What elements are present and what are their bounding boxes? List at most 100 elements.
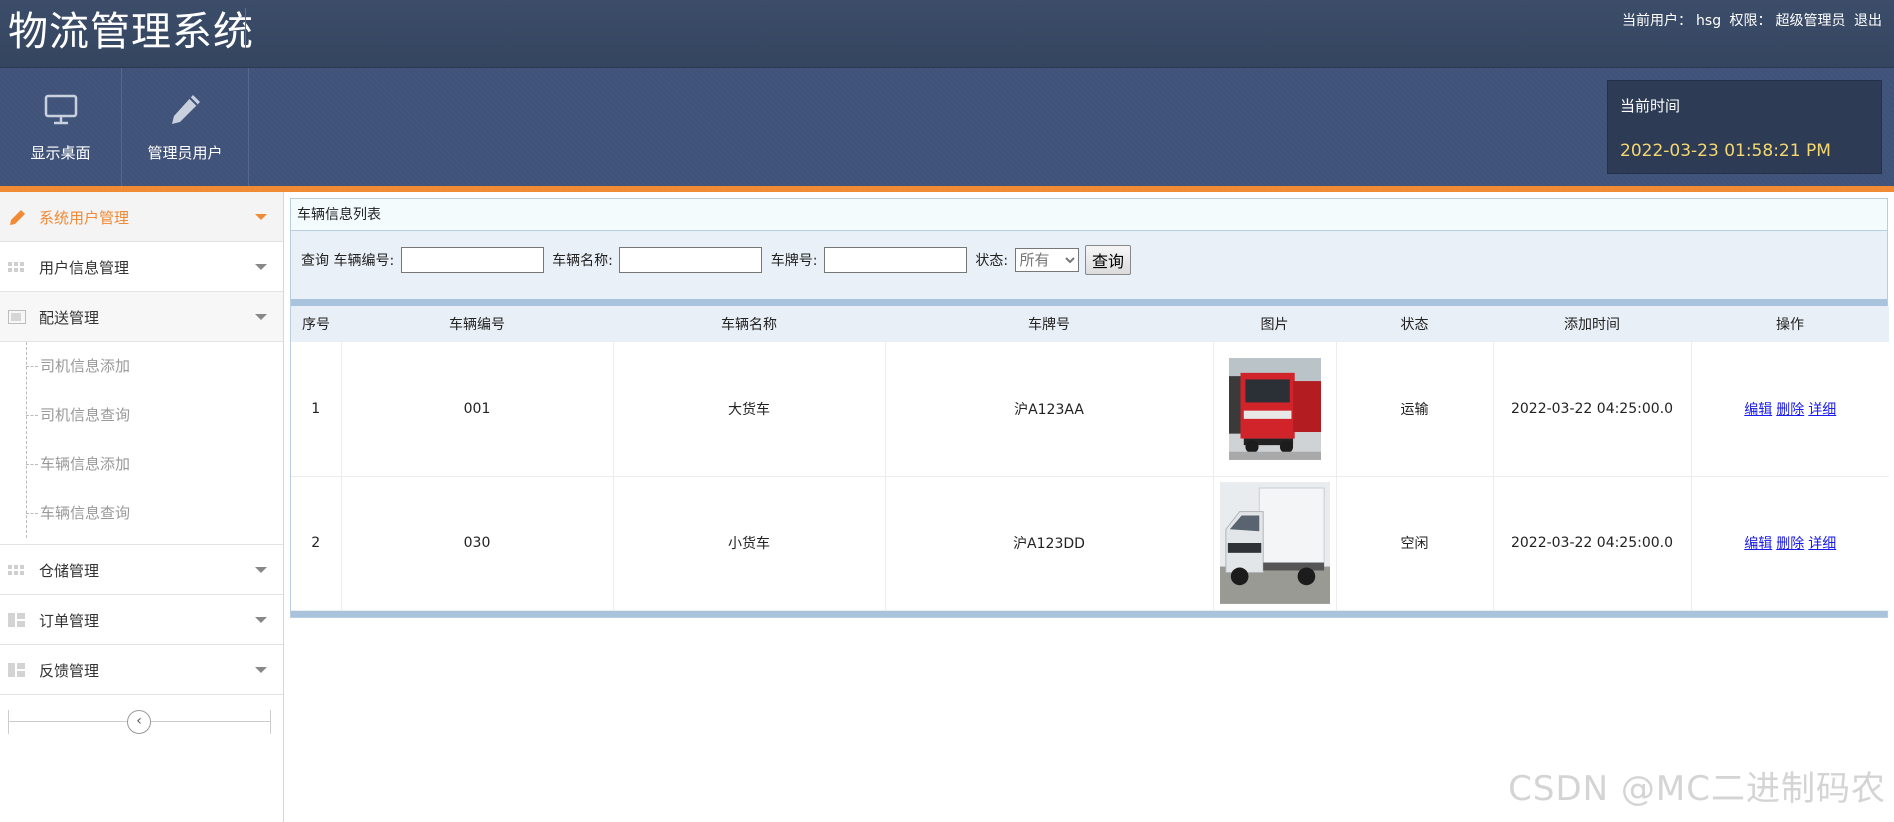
sidebar-item-label: 配送管理 [39, 309, 100, 327]
admin-user-label: 管理员用户 [147, 144, 223, 162]
query-label: 查询 [301, 253, 329, 269]
show-desktop-button[interactable]: 显示桌面 [0, 68, 122, 186]
sidebar-item-warehouse[interactable]: 仓储管理 [0, 545, 283, 595]
edit-link[interactable]: 编辑 [1744, 402, 1772, 418]
layout-icon [8, 663, 25, 677]
submenu-vehicle-query[interactable]: 车辆信息查询 [0, 489, 283, 538]
vehicle-image-cell [1213, 476, 1337, 611]
grid-icon [8, 565, 24, 575]
sidebar-item-label: 反馈管理 [39, 662, 100, 680]
vehicle-name: 小货车 [613, 476, 886, 611]
plate-number: 沪A123DD [885, 476, 1214, 611]
sidebar-item-label: 用户信息管理 [39, 259, 130, 277]
current-time-value: 2022-03-23 01:58:21 PM [1620, 141, 1831, 161]
top-header: 物流管理系统 当前用户： hsg 权限： 超级管理员 退出 [0, 0, 1894, 68]
current-user-label: 当前用户： [1622, 13, 1693, 29]
sidebar-item-orders[interactable]: 订单管理 [0, 595, 283, 645]
image-icon [8, 310, 26, 324]
column-header: 车牌号 [1028, 317, 1070, 333]
sidebar: 系统用户管理 用户信息管理 配送管理 司机信息添加 司机信息查询 车辆信息添加 … [0, 192, 284, 822]
caret-down-icon [255, 314, 267, 320]
vehicle-list-panel: 车辆信息列表 查询 车辆编号: 车辆名称: 车牌号: 状态: 所有 查询 序号 [290, 198, 1889, 618]
table-header-row: 序号 车辆编号 车辆名称 车牌号 图片 状态 添加时间 操作 [291, 306, 1889, 342]
column-header: 状态 [1400, 317, 1429, 333]
title-divider [245, 8, 246, 48]
search-form: 查询 车辆编号: 车辆名称: 车牌号: 状态: 所有 查询 [291, 231, 1887, 299]
panel-title: 车辆信息列表 [291, 199, 1887, 231]
column-header: 图片 [1260, 317, 1289, 333]
row-actions: 编辑 删除 详细 [1691, 342, 1889, 477]
sidebar-collapse-row: ‹ [0, 695, 283, 747]
grid-icon [8, 262, 24, 272]
logout-link[interactable]: 退出 [1854, 13, 1882, 29]
accent-bar [0, 186, 1894, 192]
sidebar-item-user-info[interactable]: 用户信息管理 [0, 242, 283, 292]
detail-link[interactable]: 详细 [1808, 536, 1836, 552]
vehicle-name-input[interactable] [619, 247, 763, 273]
vehicle-no-label: 车辆编号: [333, 253, 395, 269]
sidebar-item-system-users[interactable]: 系统用户管理 [0, 192, 283, 242]
chevron-left-icon[interactable]: ‹ [127, 710, 151, 734]
watermark: CSDN @MC二进制码农 [1508, 769, 1886, 809]
submenu-driver-add[interactable]: 司机信息添加 [0, 342, 283, 391]
vehicle-no: 030 [341, 476, 614, 611]
column-header: 操作 [1776, 317, 1804, 333]
search-button[interactable]: 查询 [1084, 245, 1131, 275]
vehicle-name-label: 车辆名称: [552, 253, 613, 269]
delete-link[interactable]: 删除 [1776, 536, 1804, 552]
app-title: 物流管理系统 [8, 9, 254, 55]
admin-user-button[interactable]: 管理员用户 [122, 68, 249, 186]
column-header: 添加时间 [1564, 317, 1620, 333]
table-top-bar [291, 299, 1887, 306]
plate-number: 沪A123AA [885, 342, 1214, 477]
row-index: 2 [291, 476, 342, 611]
plate-label: 车牌号: [770, 253, 818, 269]
added-time: 2022-03-22 04:25:00.0 [1493, 476, 1692, 611]
role-label: 权限： [1729, 13, 1772, 29]
current-user-name: hsg [1696, 13, 1722, 29]
pencil-icon [10, 210, 25, 225]
vehicle-image-cell [1213, 342, 1337, 477]
caret-down-icon [255, 617, 267, 623]
table-row: 1 001 大货车 沪A123AA 运输 2022-03-22 04:25:00… [291, 342, 1889, 477]
vehicle-status: 空闲 [1336, 476, 1494, 611]
caret-down-icon [255, 214, 267, 220]
vehicle-table: 序号 车辆编号 车辆名称 车牌号 图片 状态 添加时间 操作 1 001 大货车… [291, 306, 1889, 611]
current-time-label: 当前时间 [1620, 97, 1681, 115]
vehicle-no-input[interactable] [400, 247, 544, 273]
column-header: 车辆编号 [449, 317, 505, 333]
added-time: 2022-03-22 04:25:00.0 [1493, 342, 1692, 477]
caret-down-icon [255, 667, 267, 673]
white-van-image [1219, 482, 1330, 604]
status-label: 状态: [975, 253, 1009, 269]
row-actions: 编辑 删除 详细 [1691, 476, 1889, 611]
vehicle-status: 运输 [1336, 342, 1494, 477]
role-value: 超级管理员 [1775, 13, 1846, 29]
sidebar-item-delivery[interactable]: 配送管理 [0, 292, 283, 342]
toolbar: 显示桌面 管理员用户 当前时间 2022-03-23 01:58:21 PM [0, 68, 1894, 186]
column-header: 序号 [302, 317, 330, 333]
sidebar-item-label: 仓储管理 [39, 562, 100, 580]
show-desktop-label: 显示桌面 [30, 144, 91, 162]
caret-down-icon [255, 567, 267, 573]
red-truck-image [1228, 357, 1321, 460]
table-row: 2 030 小货车 沪A123DD 空闲 2022-03-22 04:25:00… [291, 476, 1889, 611]
edit-link[interactable]: 编辑 [1744, 536, 1772, 552]
submenu-driver-query[interactable]: 司机信息查询 [0, 391, 283, 440]
submenu-vehicle-add[interactable]: 车辆信息添加 [0, 440, 283, 489]
sidebar-item-label: 系统用户管理 [39, 209, 130, 227]
plate-input[interactable] [823, 247, 967, 273]
layout-icon [8, 613, 25, 627]
sidebar-item-feedback[interactable]: 反馈管理 [0, 645, 283, 695]
vehicle-name: 大货车 [613, 342, 886, 477]
delete-link[interactable]: 删除 [1776, 402, 1804, 418]
delivery-submenu: 司机信息添加 司机信息查询 车辆信息添加 车辆信息查询 [0, 342, 283, 545]
table-bottom-bar [291, 610, 1887, 617]
sidebar-item-label: 订单管理 [39, 612, 100, 630]
user-info: 当前用户： hsg 权限： 超级管理员 退出 [1618, 10, 1882, 30]
caret-down-icon [255, 264, 267, 270]
detail-link[interactable]: 详细 [1808, 402, 1836, 418]
pencil-icon [172, 95, 200, 124]
vehicle-no: 001 [341, 342, 614, 477]
status-select[interactable]: 所有 [1014, 248, 1079, 272]
